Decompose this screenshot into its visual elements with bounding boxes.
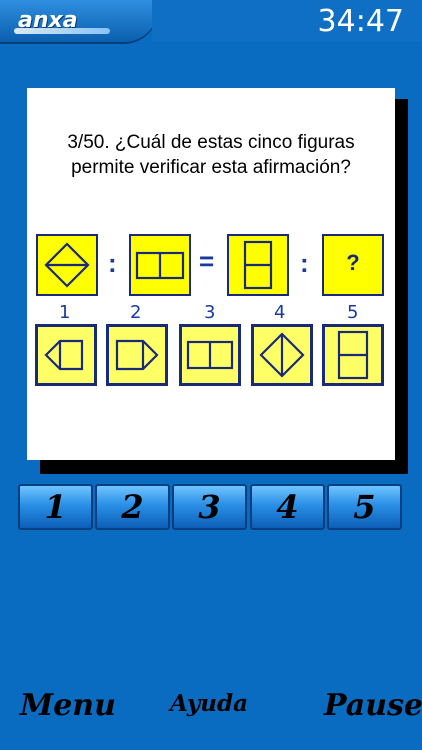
option-number-3: 3	[204, 302, 216, 323]
figure-unknown: ?	[322, 234, 384, 296]
option-figure-4[interactable]	[251, 324, 313, 386]
logo-plate: anxa	[0, 0, 158, 42]
figure-diamond	[36, 234, 98, 296]
option-figure-1[interactable]	[35, 324, 97, 386]
figure-split-horizontal	[227, 234, 289, 296]
help-button[interactable]: Ayuda	[170, 690, 248, 717]
pause-button[interactable]: Pause	[324, 688, 422, 723]
option-number-2: 2	[130, 302, 142, 323]
answer-button-1[interactable]: 1	[18, 484, 93, 530]
question-text: 3/50. ¿Cuál de estas cinco figuras permi…	[27, 130, 395, 180]
option-number-5: 5	[347, 302, 359, 323]
menu-button[interactable]: Menu	[20, 688, 116, 723]
option-figure-5[interactable]	[322, 324, 384, 386]
option-figure-2[interactable]	[106, 324, 168, 386]
answer-button-row: 1 2 3 4 5	[18, 484, 404, 532]
question-line-1: 3/50. ¿Cuál de estas cinco figuras	[67, 132, 355, 153]
answer-button-2[interactable]: 2	[95, 484, 170, 530]
ratio-colon-2: :	[300, 248, 309, 278]
timer-plate: 34:47	[152, 0, 422, 42]
answer-button-5[interactable]: 5	[327, 484, 402, 530]
countdown-timer: 34:47	[317, 4, 404, 39]
option-number-4: 4	[274, 302, 286, 323]
equals-sign: =	[199, 246, 215, 276]
question-line-2: permite verificar esta afirmación?	[71, 157, 351, 178]
answer-button-4[interactable]: 4	[250, 484, 325, 530]
ratio-colon-1: :	[108, 248, 117, 278]
question-card: 3/50. ¿Cuál de estas cinco figuras permi…	[27, 88, 395, 460]
option-number-1: 1	[59, 302, 71, 323]
logo-swoosh	[14, 28, 110, 34]
question-mark: ?	[346, 250, 360, 275]
option-figure-3[interactable]	[179, 324, 241, 386]
figure-split-vertical	[129, 234, 191, 296]
top-bar: anxa 34:47	[0, 0, 422, 42]
answer-button-3[interactable]: 3	[172, 484, 247, 530]
